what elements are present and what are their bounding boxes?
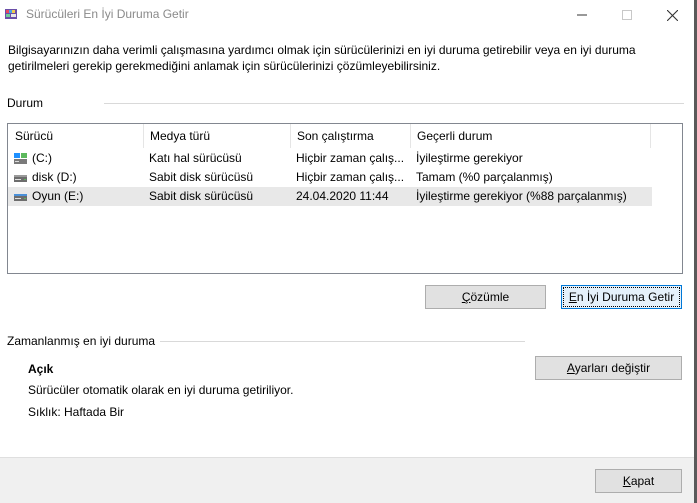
schedule-frequency: Sıklık: Haftada Bir	[28, 405, 125, 419]
status-divider	[104, 103, 684, 104]
column-header-media-type[interactable]: Medya türü	[143, 124, 290, 148]
current-status-cell: İyileştirme gerekiyor (%88 parçalanmış)	[416, 189, 627, 203]
window-title: Sürücüleri En İyi Duruma Getir	[26, 7, 189, 21]
schedule-state: Açık	[28, 362, 54, 376]
drive-name: disk (D:)	[32, 170, 77, 184]
focus-rectangle	[563, 287, 680, 307]
change-settings-button[interactable]: Ayarları değiştir	[535, 356, 682, 380]
column-header-current-status[interactable]: Geçerli durum	[410, 124, 650, 148]
media-type-cell: Sabit disk sürücüsü	[149, 189, 254, 203]
defrag-app-icon	[5, 9, 17, 19]
hdd-drive-icon	[14, 175, 27, 182]
description-text: Bilgisayarınızın daha verimli çalışmasın…	[8, 43, 636, 73]
table-row[interactable]: disk (D:) Sabit disk sürücüsü Hiçbir zam…	[8, 168, 652, 187]
column-header-last-run[interactable]: Son çalıştırma	[290, 124, 410, 148]
title-bar: Sürücüleri En İyi Duruma Getir	[0, 0, 697, 30]
footer-divider	[0, 457, 694, 458]
last-run-cell: 24.04.2020 11:44	[296, 189, 389, 203]
scheduled-section-label: Zamanlanmış en iyi duruma	[7, 334, 156, 348]
dialog-footer	[0, 457, 694, 503]
table-row[interactable]: (C:) Katı hal sürücüsü Hiçbir zaman çalı…	[8, 149, 652, 168]
scheduled-divider	[160, 341, 525, 342]
change-settings-button-label: Ayarları değiştir	[566, 361, 651, 375]
minimize-icon	[577, 14, 587, 16]
column-divider[interactable]	[650, 124, 651, 148]
drive-list[interactable]: Sürücü Medya türü Son çalıştırma Geçerli…	[7, 123, 683, 274]
current-status-cell: Tamam (%0 parçalanmış)	[416, 170, 553, 184]
maximize-button[interactable]	[604, 0, 650, 30]
minimize-button[interactable]	[559, 0, 605, 30]
schedule-info: Sürücüler otomatik olarak en iyi duruma …	[28, 383, 294, 397]
media-type-cell: Katı hal sürücüsü	[149, 151, 242, 165]
close-window-button[interactable]	[649, 0, 695, 30]
close-button[interactable]: Kapat	[595, 469, 682, 493]
last-run-cell: Hiçbir zaman çalış...	[296, 170, 405, 184]
drive-name: (C:)	[32, 151, 52, 165]
column-header-drive[interactable]: Sürücü	[8, 124, 143, 148]
drive-name: Oyun (E:)	[32, 189, 84, 203]
analyze-button-label: Çözümle	[461, 290, 510, 304]
close-icon	[666, 9, 678, 21]
current-status-cell: İyileştirme gerekiyor	[416, 151, 523, 165]
table-row-selected[interactable]: Oyun (E:) Sabit disk sürücüsü 24.04.2020…	[8, 187, 652, 206]
list-header: Sürücü Medya türü Son çalıştırma Geçerli…	[8, 124, 682, 148]
optimize-button[interactable]: En İyi Duruma Getir	[561, 285, 682, 309]
maximize-icon	[622, 10, 632, 20]
media-type-cell: Sabit disk sürücüsü	[149, 170, 254, 184]
ssd-drive-icon	[14, 153, 27, 164]
status-section-label: Durum	[7, 96, 44, 110]
hdd-drive-icon	[14, 194, 27, 201]
last-run-cell: Hiçbir zaman çalış...	[296, 151, 405, 165]
close-button-label: Kapat	[622, 474, 655, 488]
analyze-button[interactable]: Çözümle	[425, 285, 546, 309]
